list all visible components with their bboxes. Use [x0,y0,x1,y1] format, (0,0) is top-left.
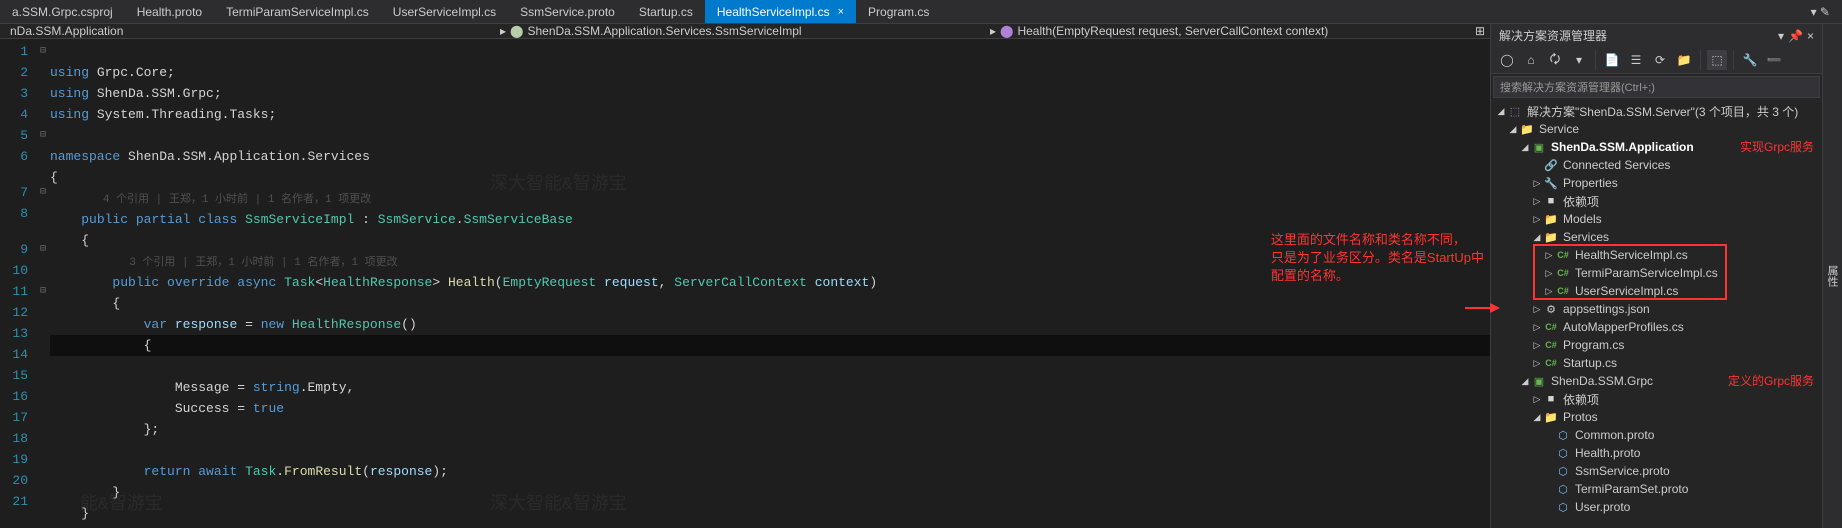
tree-file-proto[interactable]: ⬡SsmService.proto [1491,462,1822,480]
tree-file-cs[interactable]: ▷C#Program.cs [1491,336,1822,354]
tree-file-cs[interactable]: ▷C#UserServiceImpl.cs [1491,282,1822,300]
sync-icon[interactable]: 🗘 [1545,50,1565,70]
tree-project[interactable]: ◢▣ShenDa.SSM.Application [1491,138,1822,156]
tab[interactable]: Startup.cs [627,0,705,23]
tree-file-cs[interactable]: ▷C#AutoMapperProfiles.cs [1491,318,1822,336]
tree-file-cs[interactable]: ▷C#HealthServiceImpl.cs [1491,246,1822,264]
tool-icon[interactable]: ⟳ [1650,50,1670,70]
panel-toolbar: ◯ ⌂ 🗘 ▾ 📄 ☰ ⟳ 📁 ⬚ 🔧 ➖ [1491,47,1822,74]
tool-icon[interactable]: ⬚ [1707,50,1727,70]
breadcrumb-bar: nDa.SSM.Application ▸ ⬤ ShenDa.SSM.Appli… [0,24,1490,39]
tree-item[interactable]: ▷■依赖项 [1491,192,1822,210]
tree-file-cs[interactable]: ▷C#TermiParamServiceImpl.cs [1491,264,1822,282]
pin-icon[interactable]: 📌 [1788,29,1803,43]
breadcrumb-class[interactable]: ▸ ⬤ ShenDa.SSM.Application.Services.SsmS… [490,24,980,38]
solution-root[interactable]: ◢⬚解决方案"ShenDa.SSM.Server"(3 个项目，共 3 个) [1491,102,1822,120]
tab-dropdown[interactable]: ▾ ✎ [1799,0,1842,23]
tab[interactable]: TermiParamServiceImpl.cs [214,0,381,23]
tool-icon[interactable]: 📄 [1602,50,1622,70]
search-input[interactable]: 搜索解决方案资源管理器(Ctrl+;) [1493,76,1820,98]
back-icon[interactable]: ◯ [1497,50,1517,70]
tree-file-proto[interactable]: ⬡Common.proto [1491,426,1822,444]
solution-tree: ◢⬚解决方案"ShenDa.SSM.Server"(3 个项目，共 3 个) ◢… [1491,100,1822,528]
tool-icon[interactable]: ▾ [1569,50,1589,70]
dropdown-icon[interactable]: ▾ [1778,29,1784,43]
close-icon[interactable]: × [838,6,844,18]
tree-file-proto[interactable]: ⬡User.proto [1491,498,1822,516]
tree-file-proto[interactable]: ⬡Health.proto [1491,444,1822,462]
tab[interactable]: SsmService.proto [508,0,627,23]
home-icon[interactable]: ⌂ [1521,50,1541,70]
tool-icon[interactable]: 📁 [1674,50,1694,70]
tree-file-json[interactable]: ▷⚙appsettings.json [1491,300,1822,318]
tree-folder[interactable]: ◢📁Protos [1491,408,1822,426]
tab[interactable]: UserServiceImpl.cs [381,0,508,23]
tool-icon[interactable]: ☰ [1626,50,1646,70]
line-numbers: 123456789101112131415161718192021 [0,39,36,528]
tab[interactable]: Program.cs [856,0,941,23]
tool-icon[interactable]: ➖ [1764,50,1784,70]
close-icon[interactable]: × [1807,29,1814,43]
tab-active[interactable]: HealthServiceImpl.cs× [705,0,856,23]
split-icon[interactable]: ⊞ [1470,24,1490,38]
wrench-icon[interactable]: 🔧 [1740,50,1760,70]
breadcrumb-project[interactable]: nDa.SSM.Application [0,24,490,38]
code-content[interactable]: using Grpc.Core; using ShenDa.SSM.Grpc; … [50,39,1490,528]
tree-folder[interactable]: ◢📁Service [1491,120,1822,138]
tree-project[interactable]: ◢▣ShenDa.SSM.Grpc [1491,372,1822,390]
tree-file-proto[interactable]: ⬡TermiParamSet.proto [1491,480,1822,498]
tab[interactable]: a.SSM.Grpc.csproj [0,0,125,23]
tab[interactable]: Health.proto [125,0,214,23]
code-editor[interactable]: 123456789101112131415161718192021 ⊟⊟⊟⊟⊟ … [0,39,1490,528]
tree-item[interactable]: ▷■依赖项 [1491,390,1822,408]
solution-explorer: 解决方案资源管理器 ▾ 📌 × ◯ ⌂ 🗘 ▾ 📄 ☰ ⟳ 📁 ⬚ 🔧 ➖ 搜索… [1490,24,1822,528]
side-strip[interactable]: 属性 [1822,24,1842,528]
panel-title: 解决方案资源管理器 ▾ 📌 × [1491,24,1822,47]
tree-folder[interactable]: ▷📁Models [1491,210,1822,228]
tree-file-cs[interactable]: ▷C#Startup.cs [1491,354,1822,372]
tabs-row: a.SSM.Grpc.csproj Health.proto TermiPara… [0,0,1842,24]
tree-item[interactable]: 🔗Connected Services [1491,156,1822,174]
fold-column[interactable]: ⊟⊟⊟⊟⊟ [36,39,50,528]
tree-item[interactable]: ▷🔧Properties [1491,174,1822,192]
tree-folder[interactable]: ◢📁Services [1491,228,1822,246]
breadcrumb-method[interactable]: ▸ ⬤ Health(EmptyRequest request, ServerC… [980,24,1470,38]
